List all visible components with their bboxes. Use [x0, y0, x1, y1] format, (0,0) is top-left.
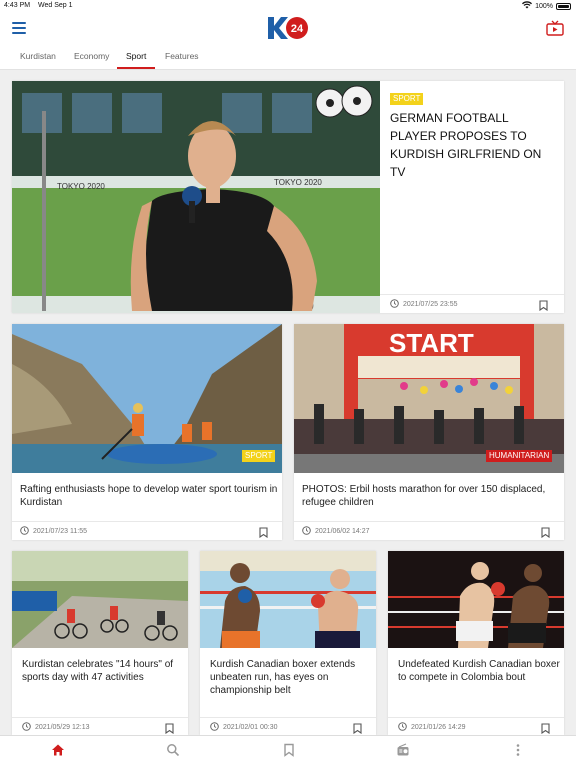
article-date: 2021/06/02 14:27: [315, 528, 370, 535]
article-title: Kurdistan celebrates "14 hours" of sport…: [22, 659, 174, 683]
article-meta: 2021/02/01 00:30: [210, 722, 278, 733]
article-image: [200, 551, 376, 648]
featured-article-title: GERMAN FOOTBALL PLAYER PROPOSES TO KURDI…: [390, 111, 542, 179]
status-date: Wed Sep 1: [38, 2, 73, 9]
article-image: [12, 551, 188, 648]
featured-image-caption: TOKYO 2020: [57, 182, 105, 191]
clock-icon: [398, 722, 407, 733]
featured-article-card[interactable]: TOKYO 2020 TOKYO 2020 TOKYO 2020 SPORT G…: [12, 81, 564, 313]
k24-logo: 24: [267, 16, 309, 40]
article-card[interactable]: Kurdistan celebrates "14 hours" of sport…: [12, 551, 188, 735]
bookmark-icon[interactable]: [165, 721, 174, 735]
tab-kurdistan[interactable]: Kurdistan: [20, 51, 56, 61]
wifi-icon: [522, 1, 533, 11]
article-title: PHOTOS: Erbil hosts marathon for over 15…: [302, 484, 546, 508]
bookmark-icon[interactable]: [353, 721, 362, 735]
search-icon[interactable]: [166, 743, 180, 757]
bookmark-icon[interactable]: [541, 721, 550, 735]
article-card[interactable]: Kurdish Canadian boxer extends unbeaten …: [200, 551, 376, 735]
bookmark-icon[interactable]: [541, 525, 550, 539]
bottom-navigation: [0, 735, 576, 768]
featured-article-meta: 2021/07/25 23:55: [390, 299, 458, 310]
clock-icon: [22, 722, 31, 733]
clock-icon: [390, 299, 399, 310]
article-card[interactable]: SPORT Rafting enthusiasts hope to develo…: [12, 324, 282, 540]
article-date: 2021/01/26 14:29: [411, 724, 466, 731]
article-meta: 2021/07/23 11:55: [20, 526, 87, 537]
article-image: [388, 551, 564, 648]
battery-icon: [556, 2, 571, 10]
tab-features[interactable]: Features: [165, 51, 199, 61]
app-bar: 24: [0, 12, 576, 44]
featured-article-image: TOKYO 2020 TOKYO 2020 TOKYO 2020: [12, 81, 380, 313]
active-tab-indicator: [117, 67, 155, 69]
clock-icon: [210, 722, 219, 733]
radio-icon[interactable]: [396, 743, 410, 757]
battery-percent: 100%: [535, 2, 553, 10]
article-meta: 2021/05/29 12:13: [22, 722, 90, 733]
article-card[interactable]: Undefeated Kurdish Canadian boxer to com…: [388, 551, 564, 735]
category-label-humanitarian: HUMANITARIAN: [486, 450, 553, 462]
tab-economy[interactable]: Economy: [74, 51, 109, 61]
home-icon[interactable]: [51, 743, 65, 757]
category-label-sport: SPORT: [390, 93, 424, 105]
svg-text:TOKYO 2020: TOKYO 2020: [274, 178, 322, 187]
article-date: 2021/07/23 11:55: [33, 528, 87, 535]
status-time: 4:43 PM: [4, 2, 31, 9]
article-meta: 2021/06/02 14:27: [302, 526, 370, 537]
article-date: 2021/02/01 00:30: [223, 724, 278, 731]
category-label-sport: SPORT: [242, 450, 276, 462]
marathon-image-caption: START: [389, 328, 474, 358]
hamburger-menu-icon[interactable]: [12, 22, 26, 34]
category-tabs: Kurdistan Economy Sport Features: [0, 44, 576, 70]
bookmark-icon[interactable]: [282, 743, 296, 757]
article-title: Rafting enthusiasts hope to develop wate…: [20, 484, 278, 508]
status-bar: 4:43 PM Wed Sep 1 100%: [0, 0, 576, 12]
article-date: 2021/05/29 12:13: [35, 724, 90, 731]
tab-sport[interactable]: Sport: [126, 51, 146, 61]
svg-text:24: 24: [291, 23, 304, 35]
article-meta: 2021/01/26 14:29: [398, 722, 466, 733]
featured-article-date: 2021/07/25 23:55: [403, 301, 458, 308]
article-card[interactable]: START HUMANITARIAN PHOTOS: Erbil hosts m…: [294, 324, 564, 540]
article-title: Undefeated Kurdish Canadian boxer to com…: [398, 659, 560, 683]
more-icon[interactable]: [511, 743, 525, 757]
clock-icon: [302, 526, 311, 537]
bookmark-icon[interactable]: [259, 525, 268, 539]
article-title: Kurdish Canadian boxer extends unbeaten …: [210, 659, 356, 696]
live-tv-icon[interactable]: [546, 20, 564, 36]
clock-icon: [20, 526, 29, 537]
bookmark-icon[interactable]: [539, 298, 548, 312]
